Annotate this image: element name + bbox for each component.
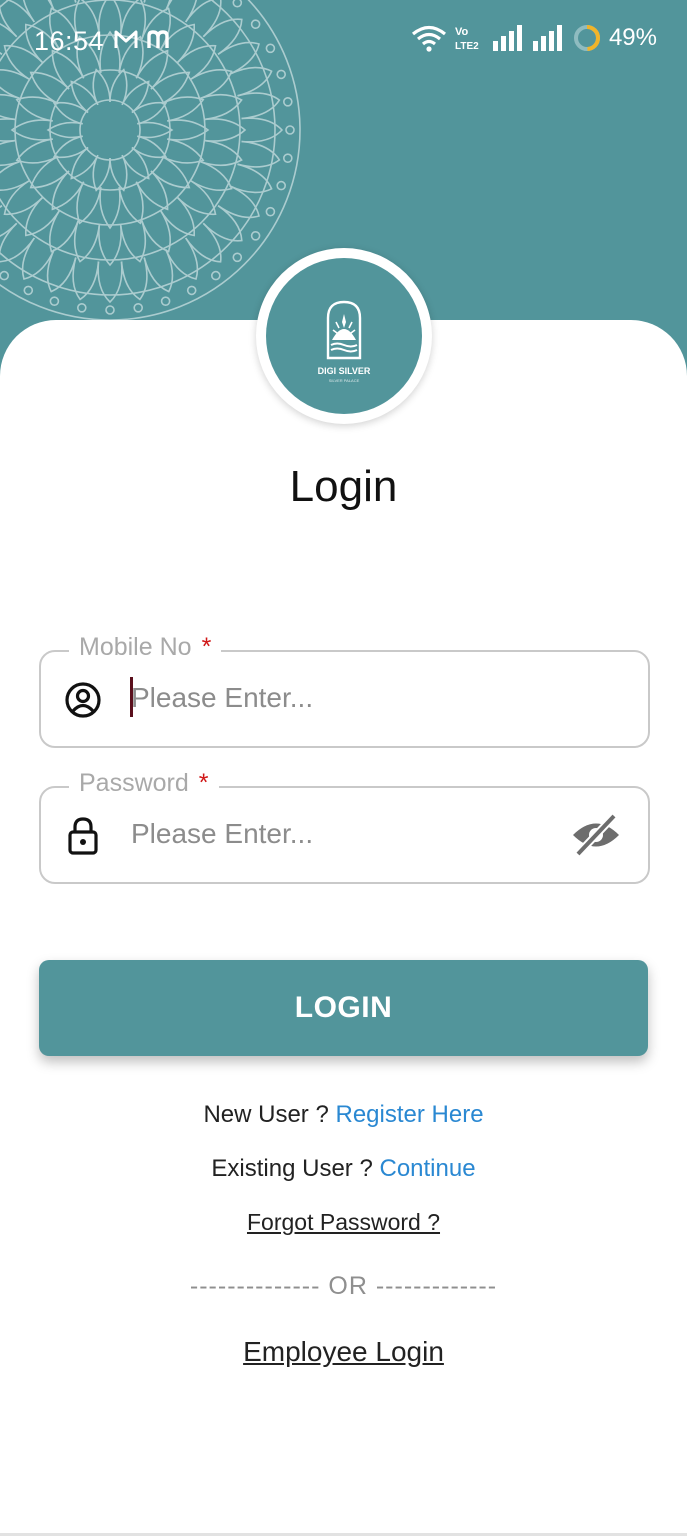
m-app-icon <box>147 30 169 48</box>
employee-login-row: Employee Login <box>0 1336 687 1368</box>
new-user-row: New User ? Register Here <box>0 1101 687 1129</box>
password-field[interactable]: Password * <box>39 769 650 884</box>
register-link[interactable]: Register Here <box>335 1101 483 1128</box>
signal-icon <box>492 25 522 51</box>
new-user-text: New User ? <box>203 1101 336 1128</box>
employee-login-link[interactable]: Employee Login <box>243 1336 444 1367</box>
mobile-field[interactable]: Mobile No * <box>39 633 650 748</box>
logo-sub-text: SILVER PALACE <box>328 378 360 383</box>
text-cursor <box>130 677 133 717</box>
battery-ring-icon <box>573 25 600 51</box>
forgot-password-row: Forgot Password ? <box>0 1209 687 1236</box>
eye-off-icon[interactable] <box>570 812 622 858</box>
password-input[interactable] <box>131 808 551 860</box>
logo-brand-text: DIGI SILVER <box>317 366 371 376</box>
logo-circle: DIGI SILVER SILVER PALACE <box>266 258 422 414</box>
gmail-icon <box>114 30 138 48</box>
status-bar: 16:54 Vo LTE2 49% <box>0 0 687 80</box>
volte-icon: Vo LTE2 <box>455 26 479 52</box>
required-mark: * <box>201 633 212 661</box>
battery-percentage: 49% <box>608 24 657 51</box>
signal-icon <box>532 25 562 51</box>
login-button[interactable]: LOGIN <box>39 960 648 1056</box>
status-time: 16:54 <box>34 26 105 56</box>
mobile-input[interactable] <box>131 672 551 724</box>
logo-badge: DIGI SILVER SILVER PALACE <box>256 248 432 424</box>
existing-user-text: Existing User ? <box>211 1155 380 1182</box>
svg-text:Vo: Vo <box>455 26 469 38</box>
digi-silver-logo-icon <box>326 300 362 360</box>
forgot-password-link[interactable]: Forgot Password ? <box>247 1209 440 1235</box>
mobile-label: Mobile No * <box>69 633 222 662</box>
existing-user-row: Existing User ? Continue <box>0 1155 687 1183</box>
svg-text:LTE2: LTE2 <box>455 41 479 52</box>
continue-link[interactable]: Continue <box>379 1155 475 1182</box>
required-mark: * <box>198 769 209 797</box>
user-circle-icon <box>65 682 101 718</box>
lock-icon <box>68 817 98 855</box>
wifi-icon <box>411 25 446 52</box>
page-title: Login <box>289 462 398 511</box>
password-label: Password * <box>69 769 219 798</box>
or-divider: -------------- OR ------------- <box>189 1272 498 1300</box>
